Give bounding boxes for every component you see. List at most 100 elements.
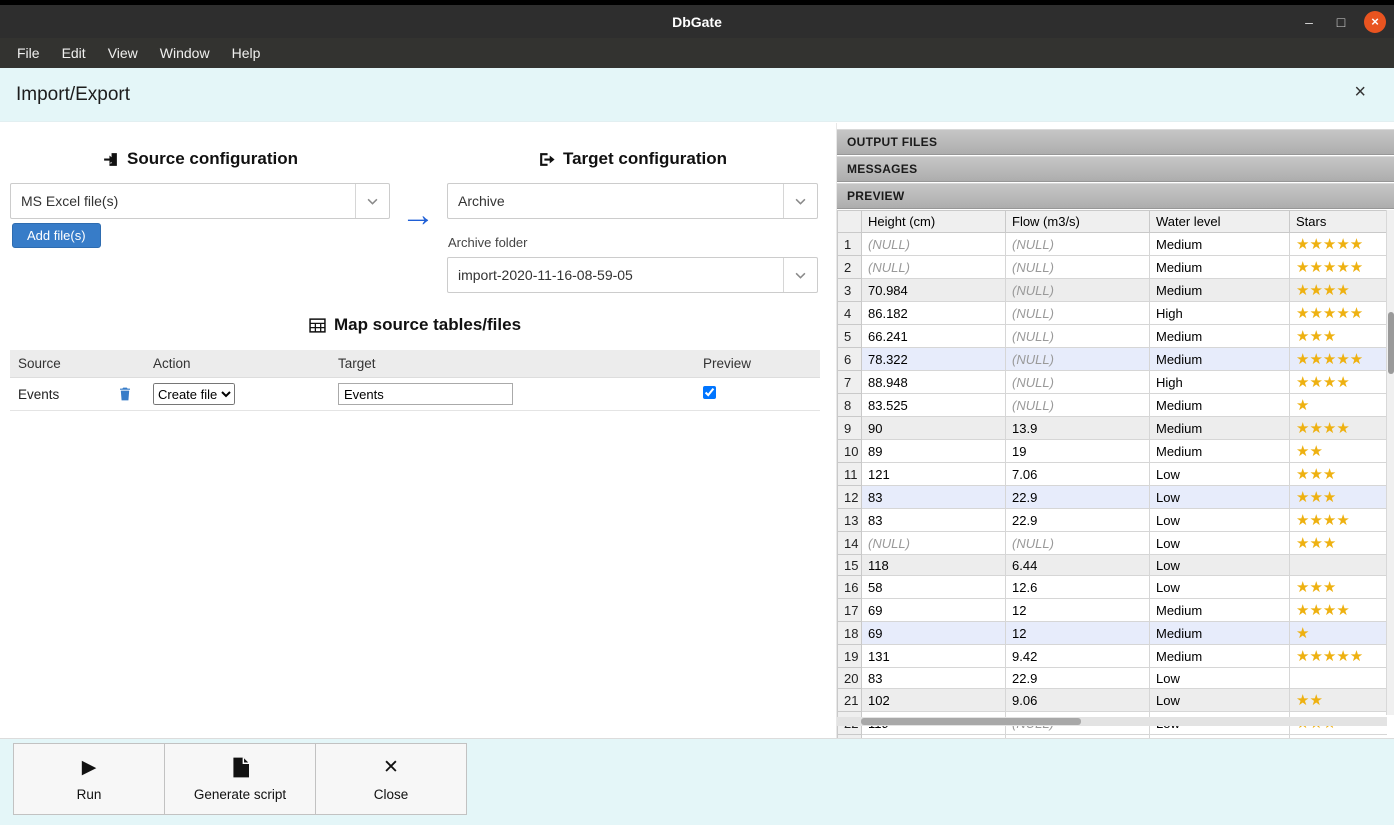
water-level-cell[interactable]: Medium [1150, 348, 1290, 371]
flow-cell[interactable]: 6.44 [1006, 555, 1150, 576]
menu-item-help[interactable]: Help [221, 41, 272, 65]
target-driver-select[interactable]: Archive [447, 183, 818, 219]
water-level-cell[interactable]: Low [1150, 509, 1290, 532]
menu-item-edit[interactable]: Edit [51, 41, 97, 65]
flow-cell[interactable]: 13.9 [1006, 417, 1150, 440]
row-number-cell[interactable]: 16 [838, 576, 862, 599]
water-level-cell[interactable]: Low [1150, 689, 1290, 712]
water-level-cell[interactable]: Low [1150, 555, 1290, 576]
height-cell[interactable]: 83 [862, 668, 1006, 689]
preview-checkbox[interactable] [703, 386, 716, 399]
flow-cell[interactable]: 9.42 [1006, 645, 1150, 668]
height-cell[interactable]: 86.182 [862, 302, 1006, 325]
section-messages[interactable]: MESSAGES [837, 156, 1394, 182]
menu-item-window[interactable]: Window [149, 41, 221, 65]
stars-cell[interactable]: ★★★★ [1290, 279, 1388, 302]
flow-cell[interactable]: 12.6 [1006, 576, 1150, 599]
row-number-cell[interactable]: 14 [838, 532, 862, 555]
section-output-files[interactable]: OUTPUT FILES [837, 129, 1394, 155]
stars-cell[interactable]: ★★★★★ [1290, 348, 1388, 371]
row-number-cell[interactable]: 8 [838, 394, 862, 417]
water-level-cell[interactable]: Medium [1150, 417, 1290, 440]
row-number-cell[interactable]: 12 [838, 486, 862, 509]
height-cell[interactable]: 83.525 [862, 394, 1006, 417]
minimize-icon[interactable]: – [1300, 14, 1318, 30]
height-cell[interactable]: 102 [862, 689, 1006, 712]
water-level-cell[interactable]: Low [1150, 668, 1290, 689]
flow-cell[interactable]: 22.9 [1006, 668, 1150, 689]
row-number-cell[interactable]: 7 [838, 371, 862, 394]
row-number-cell[interactable]: 15 [838, 555, 862, 576]
flow-cell[interactable]: 9.06 [1006, 689, 1150, 712]
archive-folder-select[interactable]: import-2020-11-16-08-59-05 [447, 257, 818, 293]
flow-cell[interactable]: (NULL) [1006, 532, 1150, 555]
row-number-cell[interactable]: 10 [838, 440, 862, 463]
menu-item-file[interactable]: File [6, 41, 51, 65]
height-cell[interactable]: (NULL) [862, 532, 1006, 555]
height-cell[interactable]: 88.948 [862, 371, 1006, 394]
flow-cell[interactable]: 7.06 [1006, 463, 1150, 486]
row-number-cell[interactable]: 20 [838, 668, 862, 689]
row-number-cell[interactable]: 4 [838, 302, 862, 325]
row-number-cell[interactable]: 11 [838, 463, 862, 486]
stars-cell[interactable]: ★★ [1290, 689, 1388, 712]
flow-cell[interactable]: 19 [1006, 440, 1150, 463]
menu-item-view[interactable]: View [97, 41, 149, 65]
stars-cell[interactable]: ★★★★★ [1290, 645, 1388, 668]
height-cell[interactable]: 58 [862, 576, 1006, 599]
height-cell[interactable]: 90 [862, 417, 1006, 440]
stars-cell[interactable] [1290, 555, 1388, 576]
horizontal-scrollbar[interactable] [837, 717, 1387, 726]
stars-cell[interactable]: ★★★ [1290, 486, 1388, 509]
source-driver-select[interactable]: MS Excel file(s) [10, 183, 390, 219]
height-cell[interactable]: (NULL) [862, 256, 1006, 279]
stars-cell[interactable]: ★★★★★ [1290, 256, 1388, 279]
generate-script-button[interactable]: Generate script [164, 743, 316, 815]
height-cell[interactable]: (NULL) [862, 233, 1006, 256]
vertical-scrollbar-thumb[interactable] [1388, 312, 1394, 374]
stars-cell[interactable]: ★★★★ [1290, 371, 1388, 394]
stars-cell[interactable]: ★★★ [1290, 576, 1388, 599]
close-button[interactable]: ✕ Close [315, 743, 467, 815]
target-name-input[interactable] [338, 383, 513, 405]
height-cell[interactable]: 131 [862, 645, 1006, 668]
flow-cell[interactable]: 12 [1006, 622, 1150, 645]
water-level-cell[interactable]: Medium [1150, 645, 1290, 668]
height-cell[interactable]: 78.322 [862, 348, 1006, 371]
water-level-cell[interactable]: Medium [1150, 325, 1290, 348]
row-number-cell[interactable]: 18 [838, 622, 862, 645]
stars-cell[interactable]: ★★★★★ [1290, 233, 1388, 256]
water-level-cell[interactable]: Low [1150, 486, 1290, 509]
flow-cell[interactable]: 12 [1006, 599, 1150, 622]
water-level-cell[interactable]: Medium [1150, 233, 1290, 256]
stars-cell[interactable]: ★★★ [1290, 463, 1388, 486]
row-number-cell[interactable]: 3 [838, 279, 862, 302]
water-level-cell[interactable]: Low [1150, 463, 1290, 486]
preview-col-stars[interactable]: Stars [1290, 211, 1388, 233]
flow-cell[interactable]: 22.9 [1006, 509, 1150, 532]
water-level-cell[interactable]: Medium [1150, 394, 1290, 417]
row-number-cell[interactable]: 19 [838, 645, 862, 668]
add-files-button[interactable]: Add file(s) [12, 223, 101, 248]
flow-cell[interactable]: 22.9 [1006, 486, 1150, 509]
row-number-cell[interactable]: 13 [838, 509, 862, 532]
flow-cell[interactable]: (NULL) [1006, 348, 1150, 371]
water-level-cell[interactable]: High [1150, 302, 1290, 325]
row-number-cell[interactable]: 9 [838, 417, 862, 440]
preview-col-height[interactable]: Height (cm) [862, 211, 1006, 233]
height-cell[interactable]: 70.984 [862, 279, 1006, 302]
row-number-cell[interactable]: 5 [838, 325, 862, 348]
stars-cell[interactable]: ★★★ [1290, 325, 1388, 348]
stars-cell[interactable]: ★★★★ [1290, 509, 1388, 532]
flow-cell[interactable]: (NULL) [1006, 371, 1150, 394]
flow-cell[interactable]: (NULL) [1006, 302, 1150, 325]
stars-cell[interactable]: ★★★ [1290, 532, 1388, 555]
preview-col-water-level[interactable]: Water level [1150, 211, 1290, 233]
height-cell[interactable]: 121 [862, 463, 1006, 486]
height-cell[interactable]: 66.241 [862, 325, 1006, 348]
horizontal-scrollbar-thumb[interactable] [861, 718, 1081, 725]
row-number-cell[interactable]: 21 [838, 689, 862, 712]
water-level-cell[interactable]: Medium [1150, 440, 1290, 463]
stars-cell[interactable]: ★ [1290, 394, 1388, 417]
water-level-cell[interactable]: High [1150, 371, 1290, 394]
